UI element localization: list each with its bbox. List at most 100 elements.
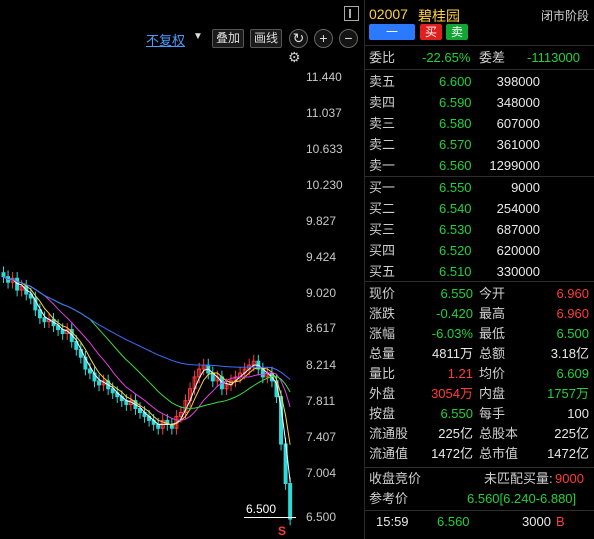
buy-button[interactable]: 买 (420, 24, 442, 40)
bid-price: 6.520 (439, 243, 472, 258)
stat-value: 1757万 (547, 386, 589, 401)
weicha-label: 委差 (479, 50, 506, 65)
chevron-down-icon[interactable]: ▼ (193, 31, 203, 42)
stat-label: 按盘 (369, 406, 396, 421)
stat-label: 量比 (369, 366, 396, 381)
adjust-dropdown[interactable]: 不复权 (146, 30, 185, 49)
stat-label: 总股本 (479, 426, 519, 441)
stat-label: 现价 (369, 286, 396, 301)
ask-price: 6.590 (439, 95, 472, 110)
ask-volume: 1299000 (489, 158, 540, 173)
price-axis-label: 10.230 (306, 178, 343, 192)
stat-label: 最高 (479, 306, 506, 321)
bid-volume: 9000 (511, 180, 540, 195)
stat-label: 外盘 (369, 386, 396, 401)
market-status: 闭市阶段 (541, 9, 590, 23)
bid-volume: 620000 (496, 243, 540, 258)
candle-body (1, 272, 6, 278)
stat-value: 6.550 (440, 286, 473, 301)
ask-price: 6.580 (439, 116, 472, 131)
window-restore-icon[interactable] (344, 6, 359, 21)
auction-label: 收盘竞价 (369, 471, 422, 486)
candlestick-chart[interactable] (0, 55, 300, 535)
ref-price-label: 参考价 (369, 491, 409, 506)
stat-value: -0.420 (436, 306, 473, 321)
price-axis-label: 8.214 (306, 358, 337, 372)
ask-level-label: 卖四 (369, 95, 396, 110)
stat-value: 6.960 (556, 306, 589, 321)
last-price-line (244, 517, 296, 518)
bid-price: 6.510 (439, 264, 472, 279)
ask-level-label: 卖五 (369, 74, 396, 89)
ask-price: 6.560 (439, 158, 472, 173)
tick-price: 6.560 (437, 514, 470, 529)
stat-value: 1472亿 (431, 446, 473, 461)
ask-price: 6.600 (439, 74, 472, 89)
stat-value: 1472亿 (547, 446, 589, 461)
stat-label: 总额 (479, 346, 506, 361)
price-axis-label: 9.424 (306, 250, 337, 264)
stock-code: 02007 (369, 6, 408, 22)
price-axis-label: 9.827 (306, 214, 337, 228)
bid-level-label: 买二 (369, 201, 396, 216)
tick-time: 15:59 (376, 514, 409, 529)
bid-level-label: 买一 (369, 180, 396, 195)
ask-level-label: 卖一 (369, 158, 396, 173)
stat-value: 3.18亿 (550, 346, 589, 361)
bid-price: 6.530 (439, 222, 472, 237)
price-axis-label: 7.407 (306, 430, 337, 444)
last-price-tag: 6.500 (246, 502, 277, 516)
unmatched-label: 未匹配买量: (484, 471, 553, 486)
stat-label: 内盘 (479, 386, 506, 401)
overlay-button[interactable]: 叠加 (212, 29, 245, 48)
bid-volume: 254000 (496, 201, 540, 216)
candle-body (87, 368, 92, 374)
price-axis-label: 11.440 (306, 70, 342, 84)
weibi-value: -22.65% (422, 50, 471, 65)
stat-value: -6.03% (431, 326, 473, 341)
moving-average-line (3, 276, 291, 445)
zoom-in-button[interactable]: + (314, 29, 333, 48)
stat-value: 6.609 (556, 366, 589, 381)
stat-label: 总市值 (479, 446, 519, 461)
window-restore-icon-inner (349, 9, 351, 18)
ask-volume: 607000 (496, 116, 540, 131)
price-axis-label: 11.037 (306, 106, 342, 120)
unmatched-value: 9000 (555, 471, 584, 486)
price-axis-label: 9.020 (306, 286, 337, 300)
sell-button[interactable]: 卖 (446, 24, 468, 40)
bid-level-label: 买四 (369, 243, 396, 258)
stat-value: 1.21 (447, 366, 473, 381)
price-axis-label: 6.500 (306, 510, 337, 524)
stat-value: 225亿 (438, 426, 473, 441)
stat-value: 3054万 (431, 386, 473, 401)
stat-value: 4811万 (432, 346, 473, 361)
moving-average-line (3, 276, 291, 380)
zoom-out-button[interactable]: − (339, 29, 358, 48)
stat-value: 6.550 (440, 406, 473, 421)
sell-marker: S (278, 524, 287, 538)
weicha-value: -1113000 (527, 50, 581, 65)
stat-label: 每手 (479, 406, 506, 421)
candle-body (288, 483, 293, 520)
stat-value: 225亿 (554, 426, 589, 441)
stat-label: 今开 (479, 286, 506, 301)
stat-label: 均价 (479, 366, 506, 381)
price-axis-label: 8.617 (306, 321, 337, 335)
bid-price: 6.550 (439, 180, 472, 195)
price-axis-label: 7.004 (306, 466, 337, 480)
ask-level-label: 卖三 (369, 116, 396, 131)
draw-line-button[interactable]: 画线 (250, 29, 283, 48)
stat-label: 流通值 (369, 446, 409, 461)
tick-side: B (556, 514, 565, 529)
bid-volume: 330000 (496, 264, 540, 279)
one-button[interactable]: 一 (369, 24, 415, 40)
candle-body (97, 380, 102, 386)
refresh-icon[interactable]: ↻ (289, 29, 308, 48)
stat-value: 6.500 (556, 326, 589, 341)
stat-label: 涨跌 (369, 306, 396, 321)
stat-label: 最低 (479, 326, 506, 341)
stat-label: 流通股 (369, 426, 409, 441)
tick-volume: 3000 (522, 514, 551, 529)
stock-name: 碧桂园 (418, 8, 460, 24)
